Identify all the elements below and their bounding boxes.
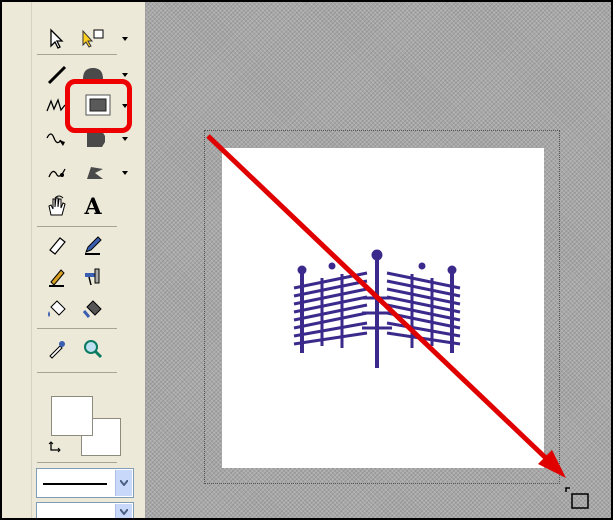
tools-panel: A (2, 2, 146, 518)
separator (37, 372, 117, 373)
paint-tool[interactable] (76, 260, 110, 294)
eraser-icon (49, 237, 66, 255)
separator (37, 328, 117, 329)
swap-colors-icon[interactable] (48, 438, 64, 453)
separator (37, 54, 117, 55)
window: A (0, 0, 613, 520)
brush-tool[interactable] (40, 156, 74, 190)
eyedropper-tool[interactable] (40, 332, 74, 366)
magnifier-icon (84, 340, 103, 359)
polygon-dropdown[interactable] (120, 168, 130, 178)
line-icon (47, 65, 67, 85)
stroke-style-select[interactable] (36, 468, 134, 498)
arrow-pointer-icon (50, 28, 64, 49)
separator (37, 462, 117, 463)
stroke-color-swatch-front[interactable] (51, 396, 93, 436)
eraser-tool[interactable] (40, 228, 74, 262)
subselect-tool[interactable] (76, 22, 110, 56)
ink-bottle-tool[interactable] (40, 260, 74, 294)
text-tool[interactable]: A (76, 190, 110, 224)
hand-tool[interactable] (40, 190, 74, 224)
brush-icon (48, 168, 66, 178)
separator (37, 226, 117, 227)
eyedropper-icon (49, 341, 65, 359)
rounded-rect-dropdown[interactable] (120, 134, 130, 144)
text-icon: A (84, 194, 102, 220)
pencil-tool[interactable] (76, 228, 110, 262)
gradient-icon (82, 300, 102, 318)
canvas-area[interactable] (146, 2, 611, 518)
gradient-tool[interactable] (76, 292, 110, 326)
polygon-tool[interactable] (78, 156, 112, 190)
ink-bottle-icon (49, 269, 65, 287)
pen-icon (46, 133, 65, 146)
subselect-dropdown[interactable] (120, 34, 130, 44)
stroke-preview (43, 483, 107, 485)
chevron-down-icon[interactable] (115, 470, 132, 496)
subselect-icon (82, 29, 104, 48)
hand-icon (48, 195, 66, 216)
fill-tool[interactable] (40, 292, 74, 326)
zoom-tool[interactable] (76, 332, 110, 366)
rectangle-tool-highlight (65, 79, 132, 133)
pencil-icon (85, 236, 102, 255)
chevron-down-icon[interactable] (115, 504, 132, 518)
paint-icon (85, 268, 100, 286)
stroke-width-select[interactable] (36, 502, 134, 518)
polygon-icon (87, 167, 103, 179)
pointer-tool[interactable] (40, 22, 74, 56)
drag-annotation-arrow (206, 134, 566, 478)
fill-icon (48, 300, 66, 317)
